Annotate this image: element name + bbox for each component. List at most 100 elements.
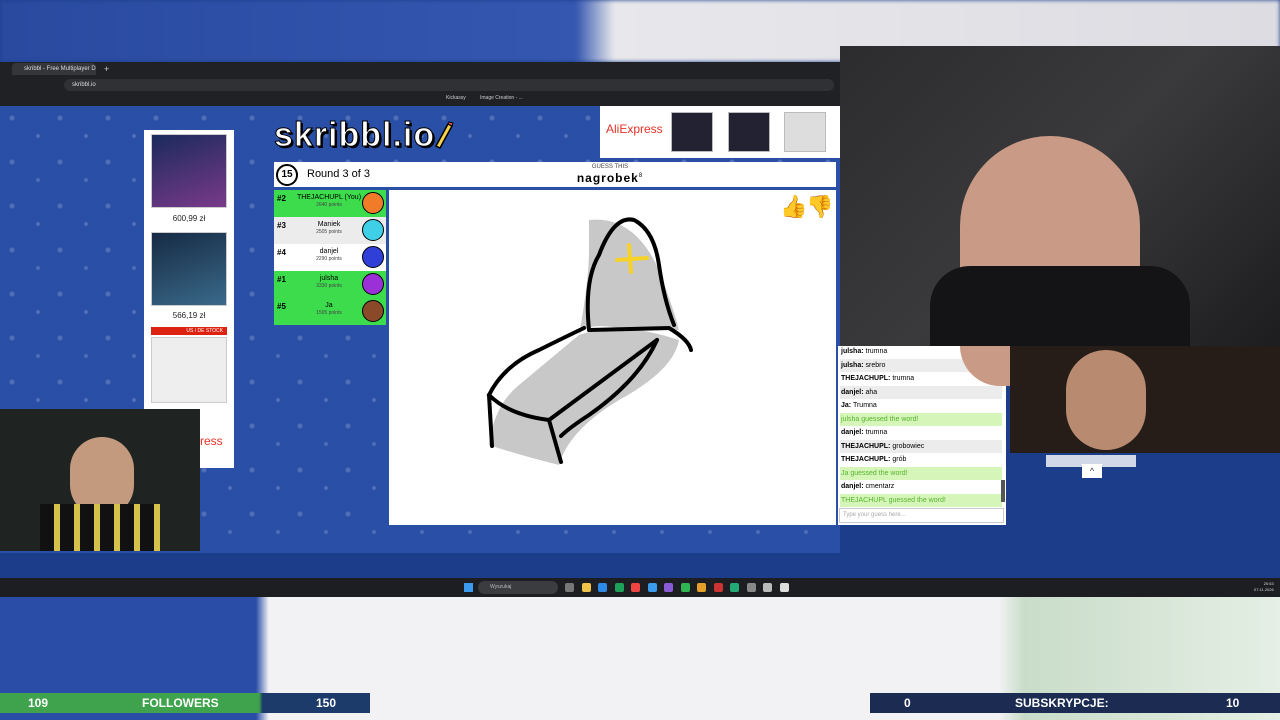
taskbar-app-icon[interactable] xyxy=(746,583,756,592)
chat-message: danjel: aha xyxy=(840,385,1002,399)
ad-brand-text: ress xyxy=(200,434,223,448)
taskbar-app-icon[interactable] xyxy=(680,583,690,592)
chat-text: cmentarz xyxy=(865,483,895,490)
followers-goal: 150 xyxy=(316,696,337,710)
player-rank: #5 xyxy=(277,302,286,311)
taskbar-date: 07.11.2026 xyxy=(1254,587,1274,592)
aliexpress-logo: AliExpress xyxy=(606,122,663,136)
taskbar-app-icon[interactable] xyxy=(565,583,574,592)
player-name: Maniek xyxy=(317,221,341,228)
player-row[interactable]: #5 Ja 1505 points xyxy=(274,298,386,325)
webcam-secondary xyxy=(1010,346,1280,453)
taskbar-app-icon[interactable] xyxy=(779,583,789,592)
ad-stock-badge: US / DE STOCK xyxy=(151,327,227,335)
chat-author: THEJACHUPL: xyxy=(841,456,891,463)
player-row[interactable]: #2 THEJACHUPL (You) 2640 points xyxy=(274,190,386,217)
chat-author: THEJACHUPL: xyxy=(841,375,891,382)
subs-count: 0 xyxy=(904,696,911,710)
new-tab-button[interactable]: + xyxy=(104,63,109,75)
player-rank: #2 xyxy=(277,194,286,203)
taskbar-app-icon[interactable] xyxy=(598,583,607,592)
player-avatar xyxy=(362,192,384,214)
chat-author: julsha: xyxy=(841,361,864,369)
taskbar-clock: 20:53 07.11.2026 xyxy=(1254,581,1274,593)
chat-author: danjel: xyxy=(841,483,864,490)
chat-text: grobowiec xyxy=(892,442,925,450)
chat-author: julsha: xyxy=(841,348,864,355)
timer-clock: 15 xyxy=(276,164,298,186)
followers-count: 109 xyxy=(28,696,49,710)
player-row[interactable]: #3 Maniek 2505 points xyxy=(274,217,386,244)
player-avatar xyxy=(362,273,384,295)
windows-taskbar xyxy=(0,578,1280,597)
player-points: 2640 points xyxy=(316,202,342,208)
chat-text: trumna xyxy=(865,429,888,436)
round-indicator: Round 3 of 3 xyxy=(307,168,370,180)
ad-product-image[interactable] xyxy=(151,337,227,403)
address-bar[interactable]: skribbl.io xyxy=(64,79,834,91)
taskbar-app-icon[interactable] xyxy=(697,583,706,592)
player-name: danjel xyxy=(319,248,339,255)
chat-message: THEJACHUPL: grób xyxy=(840,453,1002,466)
player-avatar xyxy=(362,246,384,268)
windows-start-icon[interactable] xyxy=(464,583,473,592)
player-avatar xyxy=(362,219,384,241)
ad-price: 600,99 zł xyxy=(172,214,206,223)
player-points: 1505 points xyxy=(316,310,342,316)
bookmark-item[interactable]: Kickassy xyxy=(446,94,466,102)
taskbar-app-icon[interactable] xyxy=(713,583,723,592)
word-text: nagrobek xyxy=(576,171,639,185)
chevron-up-icon[interactable]: ^ xyxy=(1082,464,1102,478)
taskbar-app-icon[interactable] xyxy=(631,583,640,592)
player-rank: #1 xyxy=(277,275,286,284)
ad-thumbnail[interactable] xyxy=(728,112,770,152)
chat-text: THEJACHUPL guessed the word! xyxy=(841,496,946,504)
chat-text: trumna xyxy=(892,375,915,382)
taskbar-app-icon[interactable] xyxy=(763,583,772,592)
guess-input[interactable]: Type your guess here... xyxy=(839,508,1004,523)
chat-message: danjel: trumna xyxy=(840,426,1002,439)
chat-author: THEJACHUPL: xyxy=(841,442,891,450)
thumbs-down-icon[interactable]: 👎 xyxy=(806,194,833,220)
player-name: THEJACHUPL (You) xyxy=(296,194,362,201)
chat-message: julsha guessed the word! xyxy=(840,412,1002,426)
taskbar-app-icon[interactable] xyxy=(647,583,657,592)
browser-tab[interactable]: skribbl - Free Multiplayer Draw... xyxy=(12,63,96,75)
chat-text: grób xyxy=(892,456,907,463)
taskbar-app-icon[interactable] xyxy=(664,583,673,592)
thumbs-up-icon[interactable]: 👍 xyxy=(780,194,807,220)
chat-text: Ja guessed the word! xyxy=(841,469,908,477)
ad-product-image[interactable] xyxy=(151,232,227,306)
taskbar-app-icon[interactable] xyxy=(730,583,739,592)
webcam-left xyxy=(0,409,200,551)
chat-message: Ja guessed the word! xyxy=(840,466,1002,480)
chat-scrollbar[interactable] xyxy=(1001,480,1005,502)
chat-author: danjel: xyxy=(841,429,864,436)
player-name: Ja xyxy=(325,302,333,309)
ad-thumbnail[interactable] xyxy=(784,112,826,152)
ad-product-image[interactable] xyxy=(151,134,227,208)
taskbar-app-icon[interactable] xyxy=(614,583,624,592)
chat-message: danjel: cmentarz xyxy=(840,480,1002,493)
taskbar-app-icon[interactable] xyxy=(581,583,591,592)
player-row[interactable]: #4 danjel 2290 points xyxy=(274,244,386,271)
chat-author: danjel: xyxy=(841,388,864,396)
player-row[interactable]: #1 julsha 3330 points xyxy=(274,271,386,298)
chat-text: aha xyxy=(865,388,878,396)
subs-label: SUBSKRYPCJE: xyxy=(1015,696,1109,710)
word-display: nagrobek8 xyxy=(540,171,680,185)
guest-face xyxy=(1066,350,1146,450)
chat-message: THEJACHUPL: grobowiec xyxy=(840,439,1002,453)
ad-price: 566,19 zł xyxy=(172,311,206,320)
ad-thumbnail[interactable] xyxy=(671,112,713,152)
chat-text: julsha guessed the word! xyxy=(841,415,919,423)
chat-message: Ja: Trumna xyxy=(840,399,1002,412)
chat-text: srebro xyxy=(865,361,886,369)
bookmark-item[interactable]: Image Creation - ... xyxy=(480,94,523,102)
webcam-main xyxy=(840,46,1280,386)
chat-message: THEJACHUPL guessed the word! xyxy=(840,493,1002,507)
followers-label: FOLLOWERS xyxy=(142,696,219,710)
player-rank: #4 xyxy=(277,248,286,257)
player-points: 2505 points xyxy=(316,229,342,235)
taskbar-search[interactable]: Wyszukaj xyxy=(478,581,558,594)
